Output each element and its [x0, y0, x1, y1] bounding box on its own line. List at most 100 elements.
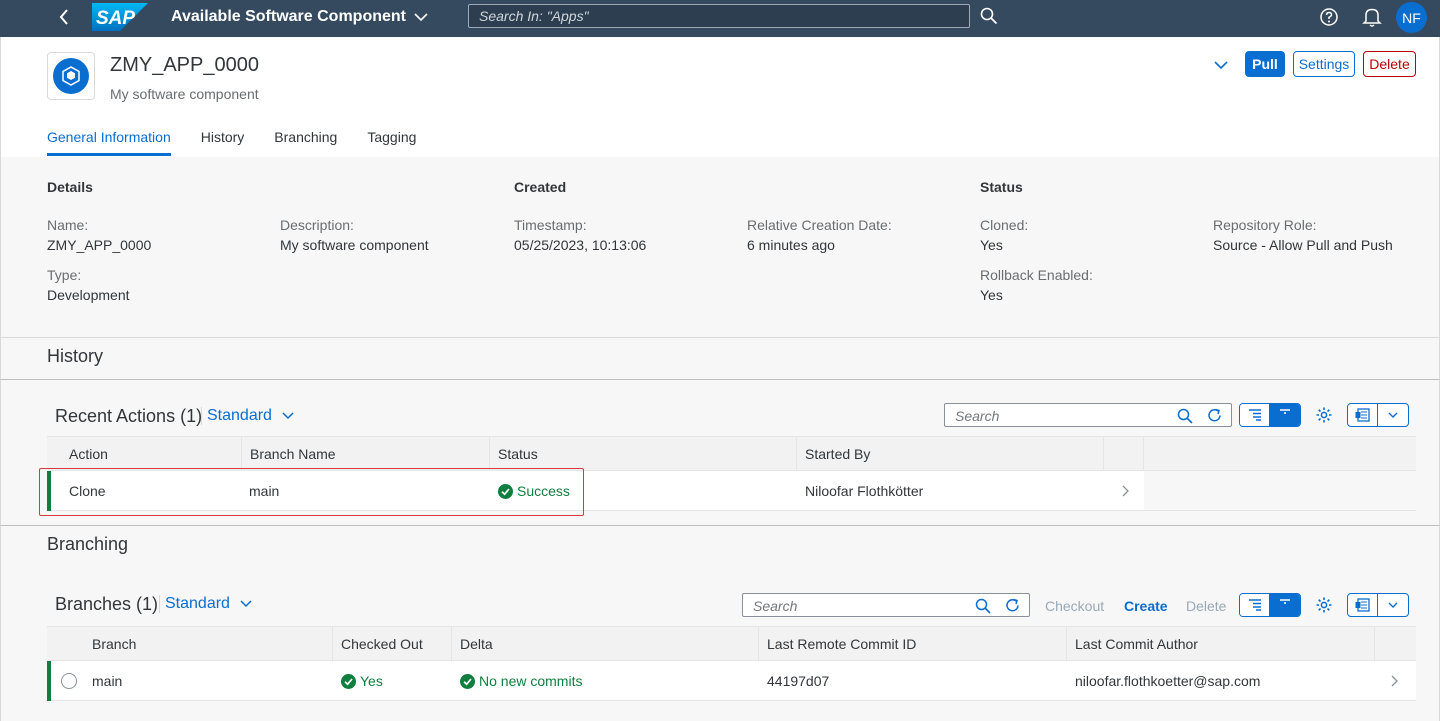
- export-icon[interactable]: [1348, 404, 1379, 426]
- chevron-down-icon[interactable]: [1378, 594, 1408, 616]
- column-action[interactable]: Action: [47, 437, 242, 472]
- row-highlight-bar: [47, 661, 51, 701]
- history-table-header: Action Branch Name Status Started By: [47, 436, 1416, 472]
- search-icon[interactable]: [980, 7, 998, 25]
- column-last-remote-commit-id[interactable]: Last Remote Commit ID: [759, 627, 1067, 662]
- svg-text:SAP: SAP: [96, 8, 135, 29]
- cell-checked-out: Yes: [333, 661, 383, 701]
- column-checked-out[interactable]: Checked Out: [333, 627, 452, 662]
- rollback-label: Rollback Enabled:: [980, 267, 1093, 283]
- tab-tagging[interactable]: Tagging: [367, 129, 416, 156]
- branching-section: Branches (1) Standard Search Checkout Cr…: [0, 568, 1440, 721]
- column-started-by[interactable]: Started By: [797, 437, 1104, 472]
- branches-search-input[interactable]: Search: [742, 593, 1030, 617]
- type-label: Type:: [47, 267, 82, 283]
- general-information-section: Details Created Status Name: ZMY_APP_000…: [0, 157, 1440, 338]
- history-section-title: History: [47, 346, 104, 366]
- rollback-value: Yes: [980, 287, 1003, 303]
- timestamp-label: Timestamp:: [514, 217, 587, 233]
- flat-view-icon[interactable]: [1270, 594, 1300, 616]
- settings-button[interactable]: Settings: [1293, 51, 1355, 77]
- column-status[interactable]: Status: [490, 437, 797, 472]
- user-avatar[interactable]: NF: [1396, 2, 1427, 33]
- success-icon: [460, 673, 475, 689]
- column-delta[interactable]: Delta: [452, 627, 759, 662]
- collapse-header-icon[interactable]: [1213, 59, 1229, 71]
- search-icon[interactable]: [1177, 408, 1193, 424]
- shell-search-input[interactable]: Search In: "Apps": [468, 4, 970, 28]
- tab-general-information[interactable]: General Information: [47, 129, 171, 156]
- variant-label: Standard: [165, 595, 230, 612]
- table-row[interactable]: main Yes No new commits 44197d07 niloofa…: [47, 661, 1416, 701]
- pull-button[interactable]: Pull: [1245, 51, 1285, 77]
- branching-section-title: Branching: [47, 534, 129, 554]
- branches-title: Branches (1): [55, 594, 159, 614]
- details-group-title: Details: [47, 179, 93, 195]
- chevron-right-icon[interactable]: [1120, 484, 1130, 498]
- delete-button[interactable]: Delete: [1363, 51, 1416, 77]
- delete-branch-button[interactable]: Delete: [1186, 598, 1226, 614]
- search-icon[interactable]: [975, 598, 991, 614]
- description-value: My software component: [280, 237, 429, 253]
- export-icon[interactable]: [1348, 594, 1379, 616]
- cell-started-by: Niloofar Flothkötter: [805, 483, 924, 499]
- variant-label: Standard: [207, 407, 272, 424]
- cell-delta: No new commits: [452, 661, 582, 701]
- page-title: ZMY_APP_0000: [110, 54, 259, 76]
- tab-branching[interactable]: Branching: [274, 129, 337, 156]
- history-search-input[interactable]: Search: [944, 403, 1232, 427]
- app-title[interactable]: Available Software Component: [171, 8, 428, 26]
- branches-export-button[interactable]: [1347, 593, 1409, 617]
- gear-icon[interactable]: [1315, 406, 1333, 424]
- chevron-right-icon[interactable]: [1389, 674, 1399, 688]
- repository-role-label: Repository Role:: [1213, 217, 1317, 233]
- name-value: ZMY_APP_0000: [47, 237, 152, 253]
- column-branch[interactable]: Branch: [47, 627, 333, 662]
- branches-view-toggle[interactable]: [1239, 593, 1301, 617]
- branching-section-header: Branching: [0, 526, 1440, 568]
- search-placeholder: Search: [753, 598, 798, 614]
- gear-icon[interactable]: [1315, 596, 1333, 614]
- branches-variant-selector[interactable]: Standard: [159, 595, 252, 613]
- row-select-radio[interactable]: [61, 673, 77, 689]
- history-export-button[interactable]: [1347, 403, 1409, 427]
- chevron-down-icon[interactable]: [1378, 404, 1408, 426]
- chevron-left-icon: [59, 9, 68, 25]
- repository-role-value: Source - Allow Pull and Push: [1213, 237, 1393, 253]
- refresh-icon[interactable]: [1206, 407, 1223, 424]
- object-header: ZMY_APP_0000 My software component Pull …: [0, 37, 1440, 157]
- column-last-commit-author[interactable]: Last Commit Author: [1067, 627, 1375, 662]
- history-section-header: History: [0, 338, 1440, 380]
- bell-icon[interactable]: [1362, 6, 1382, 28]
- flat-view-icon[interactable]: [1270, 404, 1300, 426]
- checkout-button[interactable]: Checkout: [1045, 598, 1104, 614]
- object-avatar: [47, 52, 95, 100]
- column-branch-name[interactable]: Branch Name: [242, 437, 490, 472]
- refresh-icon[interactable]: [1004, 597, 1021, 614]
- cell-branch: main: [92, 673, 123, 689]
- column-nav: [1104, 437, 1144, 472]
- help-icon[interactable]: [1319, 7, 1339, 27]
- create-button[interactable]: Create: [1124, 598, 1168, 614]
- back-button[interactable]: [50, 5, 78, 29]
- success-icon: [341, 673, 356, 689]
- timestamp-value: 05/25/2023, 10:13:06: [514, 237, 647, 253]
- table-filler: [1144, 471, 1416, 511]
- tree-view-icon[interactable]: [1240, 594, 1271, 616]
- type-value: Development: [47, 287, 130, 303]
- search-placeholder: Search: [955, 408, 1000, 424]
- cell-commit-id: 44197d07: [767, 673, 830, 689]
- relative-date-label: Relative Creation Date:: [747, 217, 892, 233]
- history-view-toggle[interactable]: [1239, 403, 1301, 427]
- history-variant-selector[interactable]: Standard: [201, 407, 294, 425]
- sap-logo[interactable]: SAP: [92, 3, 148, 31]
- branches-table-header: Branch Checked Out Delta Last Remote Com…: [47, 626, 1416, 662]
- tab-history[interactable]: History: [201, 129, 245, 156]
- tree-view-icon[interactable]: [1240, 404, 1271, 426]
- created-group-title: Created: [514, 179, 567, 195]
- app-title-text: Available Software Component: [171, 8, 406, 25]
- page-subtitle: My software component: [110, 86, 259, 102]
- delta-text: No new commits: [479, 673, 583, 689]
- checked-out-text: Yes: [360, 673, 383, 689]
- cloned-label: Cloned:: [980, 217, 1029, 233]
